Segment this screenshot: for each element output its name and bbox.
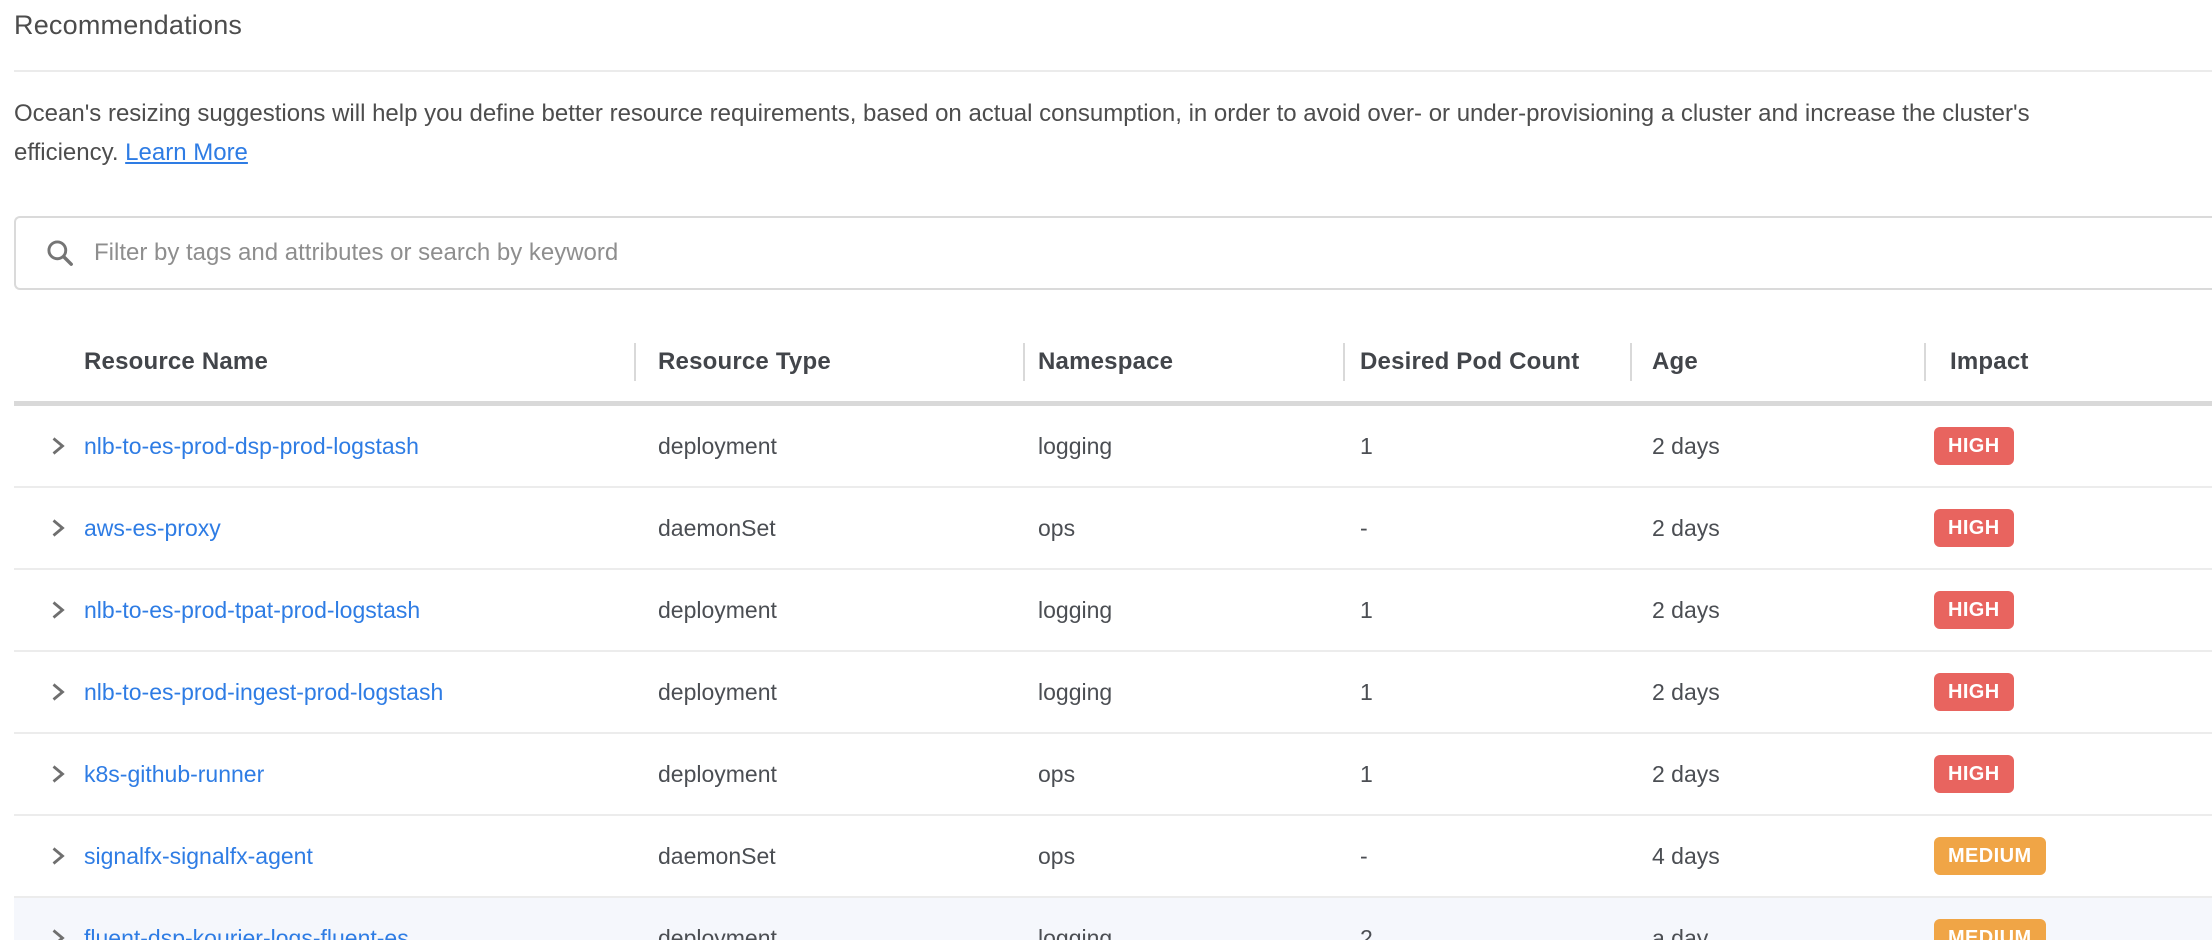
resource-type-cell: daemonSet [634,843,1023,870]
namespace-cell: logging [1023,597,1343,624]
pod-count-cell: 1 [1343,679,1630,706]
column-header-resource-name: Resource Name [14,323,634,401]
description: Ocean's resizing suggestions will help y… [14,94,2212,172]
resource-name-cell: fluent-dsp-kourier-logs-fluent-es [14,925,634,940]
table-row[interactable]: signalfx-signalfx-agent daemonSet ops - … [14,816,2212,898]
pod-count-cell: - [1343,843,1630,870]
impact-cell: HIGH [1924,591,2212,629]
resource-name-link[interactable]: k8s-github-runner [84,761,264,788]
column-header-namespace: Namespace [1023,323,1343,401]
resource-name-cell: signalfx-signalfx-agent [14,843,634,870]
impact-badge: MEDIUM [1934,837,2046,875]
expand-chevron-icon[interactable] [48,435,68,457]
impact-cell: HIGH [1924,427,2212,465]
impact-badge: HIGH [1934,427,2014,465]
impact-badge: MEDIUM [1934,919,2046,940]
resource-name-cell: nlb-to-es-prod-dsp-prod-logstash [14,433,634,460]
resource-name-link[interactable]: nlb-to-es-prod-ingest-prod-logstash [84,679,443,706]
expand-chevron-icon[interactable] [48,845,68,867]
column-header-resource-type: Resource Type [634,323,1023,401]
resource-name-cell: nlb-to-es-prod-tpat-prod-logstash [14,597,634,624]
search-input[interactable] [92,238,2212,268]
age-cell: 4 days [1630,843,1924,870]
expand-chevron-icon[interactable] [48,599,68,621]
expand-chevron-icon[interactable] [48,681,68,703]
recommendations-table: Resource Name Resource Type Namespace De… [14,323,2212,940]
impact-cell: HIGH [1924,509,2212,547]
pod-count-cell: - [1343,515,1630,542]
age-cell: 2 days [1630,597,1924,624]
table-row[interactable]: aws-es-proxy daemonSet ops - 2 days HIGH [14,488,2212,570]
resource-type-cell: daemonSet [634,515,1023,542]
impact-cell: MEDIUM [1924,837,2212,875]
namespace-cell: ops [1023,843,1343,870]
page-title: Recommendations [14,0,2212,41]
resource-type-cell: deployment [634,679,1023,706]
table-header-row: Resource Name Resource Type Namespace De… [14,323,2212,406]
impact-cell: HIGH [1924,755,2212,793]
description-line2: efficiency. [14,139,119,166]
impact-badge: HIGH [1934,509,2014,547]
search-icon [44,237,76,269]
table-row[interactable]: nlb-to-es-prod-ingest-prod-logstash depl… [14,652,2212,734]
pod-count-cell: 2 [1343,925,1630,940]
namespace-cell: logging [1023,433,1343,460]
column-header-impact: Impact [1924,323,2212,401]
resource-name-link[interactable]: signalfx-signalfx-agent [84,843,313,870]
column-header-age: Age [1630,323,1924,401]
table-row[interactable]: fluent-dsp-kourier-logs-fluent-es deploy… [14,898,2212,940]
age-cell: 2 days [1630,515,1924,542]
namespace-cell: ops [1023,515,1343,542]
learn-more-link[interactable]: Learn More [125,139,248,166]
age-cell: a day [1630,925,1924,940]
table-row[interactable]: nlb-to-es-prod-tpat-prod-logstash deploy… [14,570,2212,652]
resource-name-link[interactable]: aws-es-proxy [84,515,221,542]
resource-name-cell: nlb-to-es-prod-ingest-prod-logstash [14,679,634,706]
namespace-cell: logging [1023,679,1343,706]
expand-chevron-icon[interactable] [48,517,68,539]
recommendations-page: Recommendations Ocean's resizing suggest… [0,0,2212,940]
column-header-desired-pod-count: Desired Pod Count [1343,323,1630,401]
resource-type-cell: deployment [634,925,1023,940]
resource-name-cell: aws-es-proxy [14,515,634,542]
resource-name-cell: k8s-github-runner [14,761,634,788]
namespace-cell: ops [1023,761,1343,788]
pod-count-cell: 1 [1343,761,1630,788]
namespace-cell: logging [1023,925,1343,940]
impact-badge: HIGH [1934,755,2014,793]
expand-chevron-icon[interactable] [48,763,68,785]
resource-name-link[interactable]: fluent-dsp-kourier-logs-fluent-es [84,925,409,940]
resource-type-cell: deployment [634,433,1023,460]
impact-badge: HIGH [1934,673,2014,711]
expand-chevron-icon[interactable] [48,927,68,940]
pod-count-cell: 1 [1343,433,1630,460]
title-divider [14,70,2212,72]
resource-type-cell: deployment [634,761,1023,788]
impact-cell: MEDIUM [1924,919,2212,940]
resource-type-cell: deployment [634,597,1023,624]
table-body: nlb-to-es-prod-dsp-prod-logstash deploym… [14,406,2212,940]
impact-badge: HIGH [1934,591,2014,629]
table-row[interactable]: k8s-github-runner deployment ops 1 2 day… [14,734,2212,816]
search-box[interactable] [14,216,2212,290]
description-line1: Ocean's resizing suggestions will help y… [14,100,2030,127]
impact-cell: HIGH [1924,673,2212,711]
resource-name-link[interactable]: nlb-to-es-prod-tpat-prod-logstash [84,597,420,624]
table-row[interactable]: nlb-to-es-prod-dsp-prod-logstash deploym… [14,406,2212,488]
resource-name-link[interactable]: nlb-to-es-prod-dsp-prod-logstash [84,433,419,460]
age-cell: 2 days [1630,761,1924,788]
pod-count-cell: 1 [1343,597,1630,624]
age-cell: 2 days [1630,679,1924,706]
age-cell: 2 days [1630,433,1924,460]
